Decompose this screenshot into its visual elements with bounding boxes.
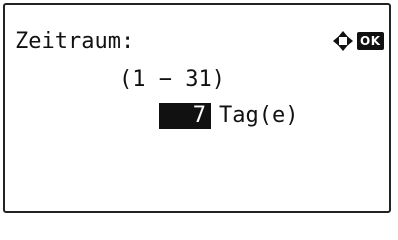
unit-label: Tag(e): [219, 103, 299, 128]
value-row: 7 Tag(e): [159, 102, 298, 130]
screen-title: Zeitraum:: [15, 29, 135, 54]
ok-icon: OK: [357, 32, 384, 50]
value-range: (1 − 31): [119, 67, 225, 92]
nav-ok-indicator: OK: [332, 30, 384, 52]
lcd-screen: Zeitraum: OK (1 − 31) 7 Tag(e): [3, 3, 391, 213]
four-way-arrows-icon: [333, 31, 353, 51]
days-value-field[interactable]: 7: [159, 103, 211, 129]
